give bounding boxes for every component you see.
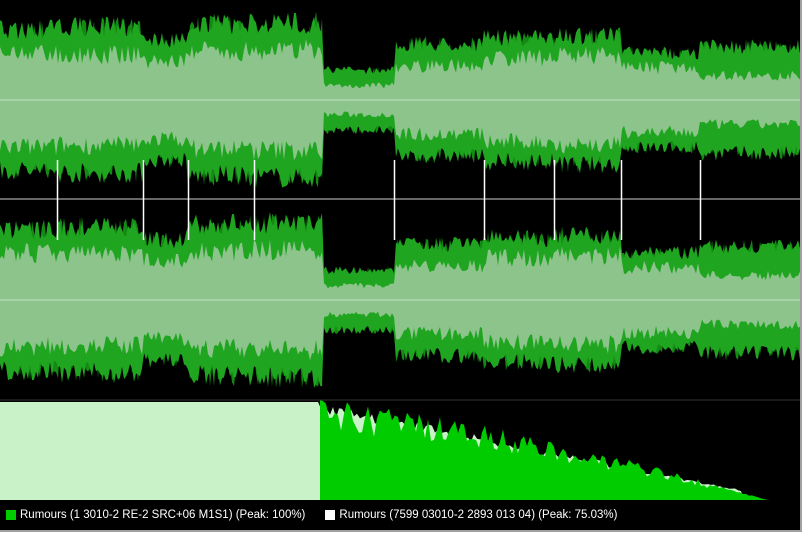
spectrum-series-a [320, 400, 800, 500]
legend-bar: Rumours (1 3010-2 RE-2 SRC+06 M1S1) (Pea… [0, 500, 800, 530]
legend-swatch-series-a [6, 510, 16, 520]
legend-item-series-b: Rumours (7599 03010-2 2893 013 04) (Peak… [325, 509, 618, 521]
legend-label-series-a: Rumours (1 3010-2 RE-2 SRC+06 M1S1) (Pea… [20, 509, 306, 521]
legend-swatch-series-b [325, 510, 336, 520]
waveform-comparison-window: Rumours (1 3010-2 RE-2 SRC+06 M1S1) (Pea… [0, 0, 802, 532]
waveform-chart [0, 11, 800, 500]
legend-item-series-a: Rumours (1 3010-2 RE-2 SRC+06 M1S1) (Pea… [6, 509, 305, 521]
legend-label-series-b: Rumours (7599 03010-2 2893 013 04) (Peak… [339, 509, 618, 521]
